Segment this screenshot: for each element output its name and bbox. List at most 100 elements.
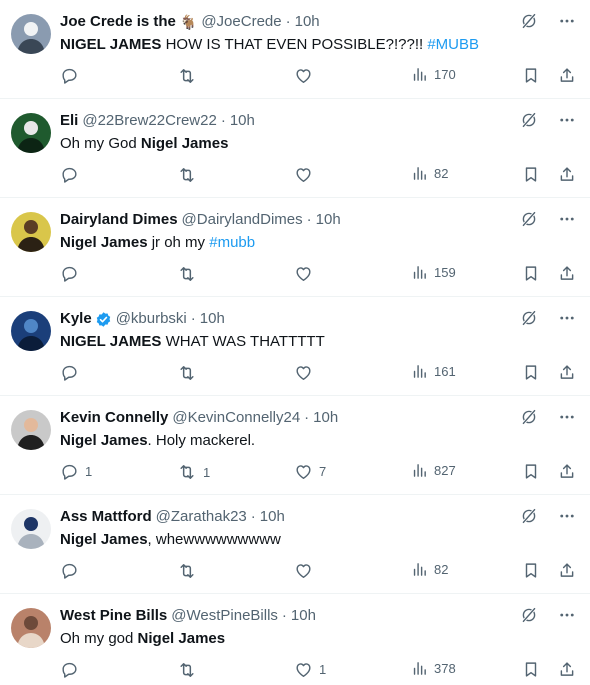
- views-icon: [411, 561, 428, 578]
- more-icon[interactable]: [558, 606, 576, 624]
- retweet-button[interactable]: [177, 66, 203, 86]
- views-button[interactable]: 82: [411, 165, 448, 182]
- display-name[interactable]: Eli: [60, 111, 78, 131]
- bookmark-button[interactable]: [522, 66, 540, 85]
- timestamp[interactable]: 10h: [313, 408, 338, 428]
- reply-button[interactable]: [60, 66, 85, 85]
- share-button[interactable]: [558, 363, 576, 382]
- bookmark-button[interactable]: [522, 561, 540, 580]
- avatar[interactable]: [11, 212, 51, 252]
- display-name[interactable]: Ass Mattford: [60, 507, 152, 527]
- like-button[interactable]: [294, 363, 319, 382]
- timestamp[interactable]: 10h: [200, 309, 225, 329]
- highlighted-text: Nigel James: [60, 531, 148, 548]
- display-name[interactable]: Dairyland Dimes: [60, 210, 178, 230]
- like-button[interactable]: 1: [294, 660, 326, 679]
- display-name[interactable]: Kyle: [60, 309, 92, 329]
- share-button[interactable]: [558, 462, 576, 481]
- views-button[interactable]: 827: [411, 462, 456, 479]
- views-button[interactable]: 170: [411, 66, 456, 83]
- bookmark-icon: [522, 66, 540, 85]
- more-icon[interactable]: [558, 111, 576, 129]
- retweet-button[interactable]: [177, 165, 203, 185]
- reply-button[interactable]: [60, 165, 85, 184]
- tweet[interactable]: Joe Crede is the 🐐 @JoeCrede · 10h NIGEL JAME…: [0, 0, 590, 99]
- user-handle[interactable]: @WestPineBills: [171, 606, 278, 626]
- timestamp[interactable]: 10h: [260, 507, 285, 527]
- views-button[interactable]: 82: [411, 561, 448, 578]
- avatar[interactable]: [11, 311, 51, 351]
- bookmark-button[interactable]: [522, 264, 540, 283]
- display-name[interactable]: Kevin Connelly: [60, 408, 168, 428]
- more-icon[interactable]: [558, 210, 576, 228]
- retweet-button[interactable]: [177, 561, 203, 581]
- user-handle[interactable]: @DairylandDimes: [182, 210, 303, 230]
- share-button[interactable]: [558, 165, 576, 184]
- retweet-button[interactable]: [177, 264, 203, 284]
- avatar[interactable]: [11, 608, 51, 648]
- reply-button[interactable]: [60, 660, 85, 679]
- user-handle[interactable]: @JoeCrede: [201, 12, 281, 32]
- user-handle[interactable]: @KevinConnelly24: [172, 408, 300, 428]
- timestamp[interactable]: 10h: [295, 12, 320, 32]
- retweet-button[interactable]: 1: [177, 462, 210, 482]
- like-button[interactable]: [294, 561, 319, 580]
- retweet-button[interactable]: [177, 660, 203, 680]
- share-button[interactable]: [558, 66, 576, 85]
- display-name[interactable]: Joe Crede is the: [60, 12, 176, 32]
- views-button[interactable]: 378: [411, 660, 456, 677]
- views-button[interactable]: 161: [411, 363, 456, 380]
- more-icon[interactable]: [558, 12, 576, 30]
- tweet[interactable]: Kyle @kburbski · 10h NIGEL JAMES WHAT WAS TH…: [0, 297, 590, 396]
- hashtag-link[interactable]: #mubb: [209, 234, 255, 251]
- avatar[interactable]: [11, 509, 51, 549]
- tweet[interactable]: Ass Mattford @Zarathak23 · 10h Nigel James, …: [0, 495, 590, 594]
- like-button[interactable]: 7: [294, 462, 326, 481]
- display-name[interactable]: West Pine Bills: [60, 606, 167, 626]
- avatar[interactable]: [11, 410, 51, 450]
- avatar[interactable]: [11, 113, 51, 153]
- user-handle[interactable]: @22Brew22Crew22: [82, 111, 216, 131]
- timestamp[interactable]: 10h: [230, 111, 255, 131]
- bookmark-button[interactable]: [522, 660, 540, 679]
- share-button[interactable]: [558, 561, 576, 580]
- grok-icon[interactable]: [520, 210, 538, 228]
- user-handle[interactable]: @Zarathak23: [156, 507, 247, 527]
- user-handle[interactable]: @kburbski: [116, 309, 187, 329]
- more-icon[interactable]: [558, 408, 576, 426]
- grok-icon[interactable]: [520, 507, 538, 525]
- grok-icon[interactable]: [520, 309, 538, 327]
- tweet-text: Oh my god Nigel James: [60, 629, 570, 649]
- bookmark-button[interactable]: [522, 462, 540, 481]
- like-button[interactable]: [294, 165, 319, 184]
- tweet-text: NIGEL JAMES HOW IS THAT EVEN POSSIBLE?!?…: [60, 35, 570, 55]
- more-icon[interactable]: [558, 309, 576, 327]
- share-icon: [558, 66, 576, 85]
- grok-icon[interactable]: [520, 111, 538, 129]
- tweet[interactable]: Kevin Connelly @KevinConnelly24 · 10h Nigel …: [0, 396, 590, 495]
- hashtag-link[interactable]: #MUBB: [427, 36, 479, 53]
- tweet[interactable]: Dairyland Dimes @DairylandDimes · 10h Nigel …: [0, 198, 590, 297]
- grok-icon[interactable]: [520, 606, 538, 624]
- views-button[interactable]: 159: [411, 264, 456, 281]
- share-button[interactable]: [558, 660, 576, 679]
- reply-button[interactable]: [60, 264, 85, 283]
- retweet-button[interactable]: [177, 363, 203, 383]
- tweet[interactable]: West Pine Bills @WestPineBills · 10h Oh my g…: [0, 594, 590, 685]
- timestamp[interactable]: 10h: [316, 210, 341, 230]
- reply-button[interactable]: [60, 363, 85, 382]
- grok-icon[interactable]: [520, 12, 538, 30]
- like-button[interactable]: [294, 66, 319, 85]
- verified-badge-icon[interactable]: [95, 311, 112, 328]
- reply-button[interactable]: [60, 561, 85, 580]
- grok-icon[interactable]: [520, 408, 538, 426]
- avatar[interactable]: [11, 14, 51, 54]
- timestamp[interactable]: 10h: [291, 606, 316, 626]
- like-button[interactable]: [294, 264, 319, 283]
- bookmark-button[interactable]: [522, 165, 540, 184]
- tweet[interactable]: Eli @22Brew22Crew22 · 10h Oh my God Nigel Ja…: [0, 99, 590, 198]
- share-button[interactable]: [558, 264, 576, 283]
- more-icon[interactable]: [558, 507, 576, 525]
- reply-button[interactable]: 1: [60, 462, 92, 481]
- bookmark-button[interactable]: [522, 363, 540, 382]
